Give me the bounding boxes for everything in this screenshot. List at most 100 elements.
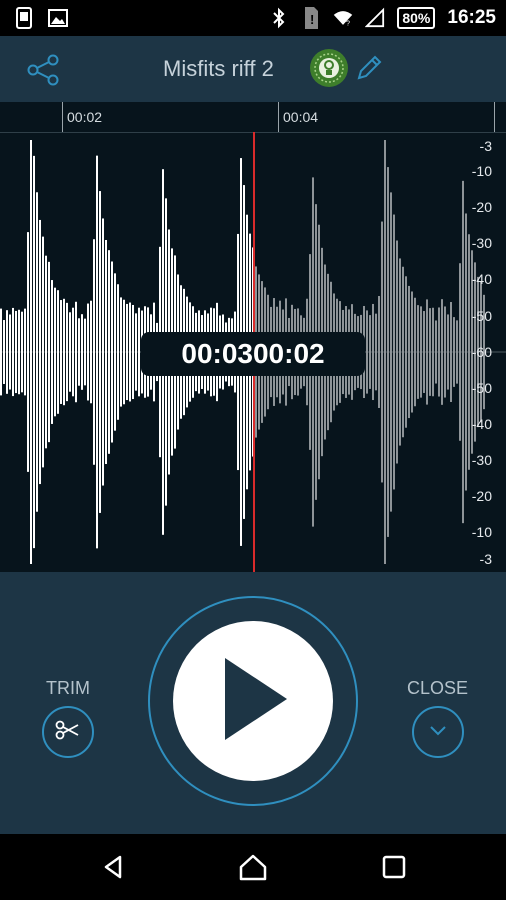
waveform-bar (108, 250, 110, 454)
waveform-bar (369, 315, 371, 389)
status-bar: ! ? 80% 16:25 (0, 0, 506, 36)
trim-label: TRIM (46, 678, 90, 698)
timeline-tick (494, 102, 495, 132)
waveform-bar (102, 218, 104, 486)
waveform-bar (411, 291, 413, 413)
svg-text:?: ? (346, 21, 350, 28)
waveform-bar (3, 320, 5, 384)
db-label: -50 (471, 380, 492, 396)
db-label: -10 (471, 524, 492, 540)
waveform-bar (117, 284, 119, 420)
waveform-bar (120, 297, 122, 407)
waveform-bar (84, 318, 86, 386)
waveform-bar (81, 314, 83, 390)
bluetooth-icon (269, 7, 289, 29)
timeline-tick (62, 102, 63, 132)
waveform-bar (420, 306, 422, 398)
waveform-bar (441, 299, 443, 405)
waveform-bar (114, 273, 116, 431)
waveform-bar (456, 320, 458, 384)
battery-indicator: 80% (397, 7, 436, 29)
waveform-bar (60, 300, 62, 404)
waveform-bar (27, 232, 29, 472)
close-label: CLOSE (407, 678, 469, 698)
share-icon[interactable] (25, 52, 61, 88)
waveform-bar (387, 167, 389, 537)
waveform-bar (36, 192, 38, 512)
playback-controls: TRIM CLOSE (0, 572, 506, 834)
waveform-bar (63, 298, 65, 406)
waveform-bar (447, 314, 449, 390)
db-label: -10 (471, 163, 492, 179)
waveform-bar (42, 236, 44, 468)
waveform-bar (429, 308, 431, 396)
waveform-bar (45, 255, 47, 449)
waveform-bar (48, 261, 50, 443)
recording-title[interactable]: Misfits riff 2 (163, 56, 274, 82)
waveform-bar (408, 285, 410, 419)
waveform-bar (18, 309, 20, 395)
waveform-bar (0, 308, 2, 396)
scissors-icon (54, 716, 82, 749)
waveform-bar (75, 301, 77, 403)
trim-button[interactable] (42, 706, 94, 758)
edit-icon[interactable] (353, 52, 385, 84)
waveform-bar (96, 155, 98, 549)
waveform-bar (417, 305, 419, 399)
waveform-bar (6, 310, 8, 394)
waveform-bar (453, 317, 455, 387)
waveform-bar (462, 180, 464, 524)
db-label: -30 (471, 452, 492, 468)
timeline-tick-label: 00:04 (283, 109, 319, 125)
recents-icon[interactable] (377, 850, 411, 884)
db-label: -60 (471, 344, 492, 360)
back-icon[interactable] (97, 850, 131, 884)
waveform-bar (111, 261, 113, 443)
waveform-bar (375, 313, 377, 391)
db-label: -20 (471, 199, 492, 215)
waveform-bar (87, 303, 89, 401)
waveform-bar (372, 303, 374, 401)
waveform-bar (54, 287, 56, 417)
waveform-bar (123, 299, 125, 405)
db-label: -50 (471, 308, 492, 324)
clock: 16:25 (447, 7, 496, 28)
waveform-bar (414, 297, 416, 407)
db-label: -20 (471, 488, 492, 504)
no-sim-icon: ! (301, 7, 321, 29)
waveform-bar (12, 307, 14, 397)
play-button[interactable] (173, 621, 333, 781)
db-label: -3 (479, 551, 492, 567)
chevron-down-icon (426, 718, 450, 747)
db-label: -40 (471, 271, 492, 287)
waveform-bar (381, 221, 383, 483)
wifi-icon: ? (333, 7, 353, 29)
time-overlay: 00:0300:02 (141, 332, 365, 376)
waveform-bar (459, 263, 461, 441)
close-button[interactable] (412, 706, 464, 758)
waveform-bar (39, 219, 41, 485)
timeline-tick (278, 102, 279, 132)
waveform-bar (432, 307, 434, 397)
waveform-bar (138, 307, 140, 397)
waveform-bar (465, 213, 467, 491)
waveform-bar (66, 302, 68, 402)
waveform-bar (15, 310, 17, 394)
waveform-view[interactable]: 00:02 00:04 -3 -10 -20 -30 -40 -50 -60 -… (0, 102, 506, 572)
toolbar: Misfits riff 2 (0, 36, 506, 102)
db-label: -3 (479, 138, 492, 154)
waveform-bar (444, 306, 446, 398)
waveform-bar (135, 313, 137, 391)
home-icon[interactable] (236, 850, 270, 884)
signal-icon (365, 7, 385, 29)
waveform-bar (72, 307, 74, 397)
badge-icon[interactable] (310, 49, 348, 87)
navigation-bar (0, 834, 506, 900)
waveform-bar (384, 140, 386, 564)
waveform-bar (438, 307, 440, 397)
waveform-bar (51, 280, 53, 424)
svg-text:!: ! (310, 12, 314, 27)
waveform-bar (90, 300, 92, 404)
waveform-bar (9, 314, 11, 390)
waveform-bar (69, 312, 71, 392)
